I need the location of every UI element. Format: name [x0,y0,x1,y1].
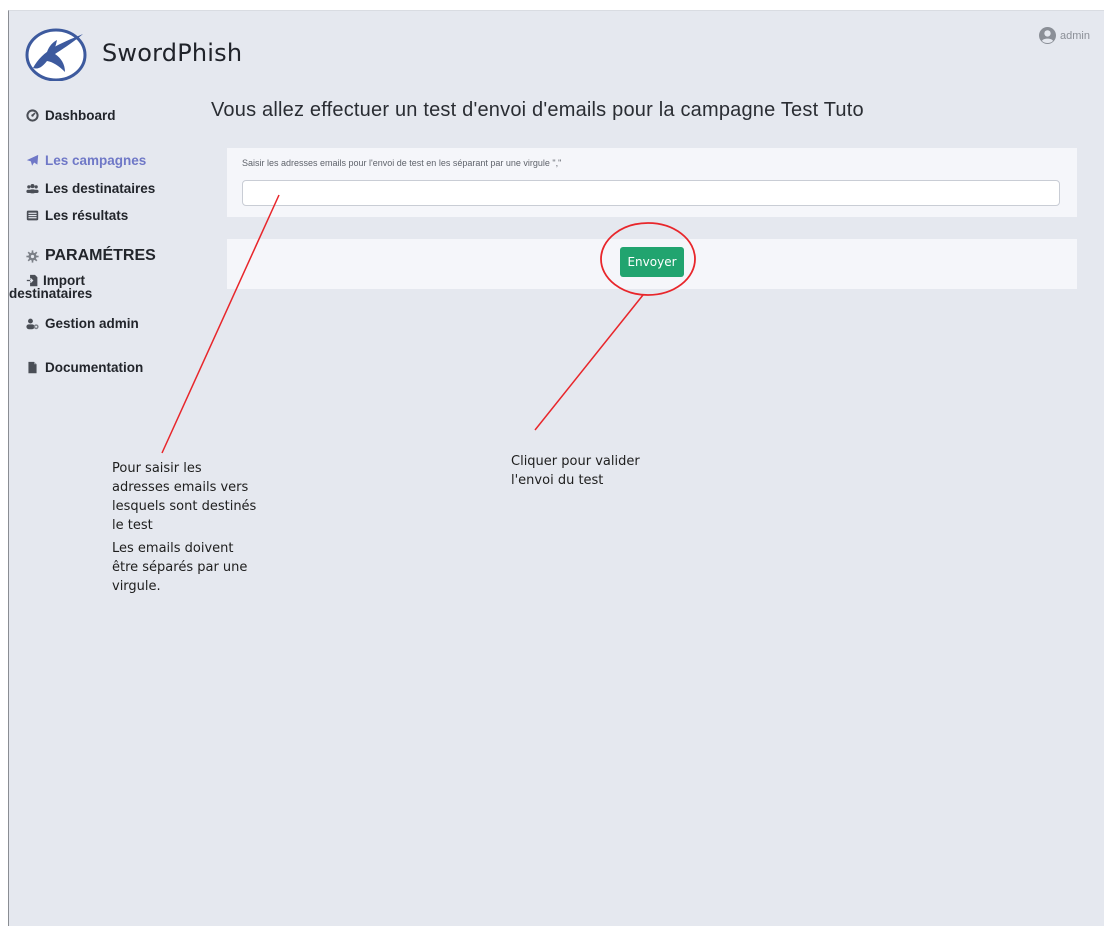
annotation-pointer-line [161,194,280,454]
annotation-pointer-line [534,294,644,431]
annotation-overlay [161,194,696,454]
app-frame: SwordPhish admin Dashboard Les campagnes [8,10,1104,926]
annotation-highlight-ellipse [600,222,696,296]
